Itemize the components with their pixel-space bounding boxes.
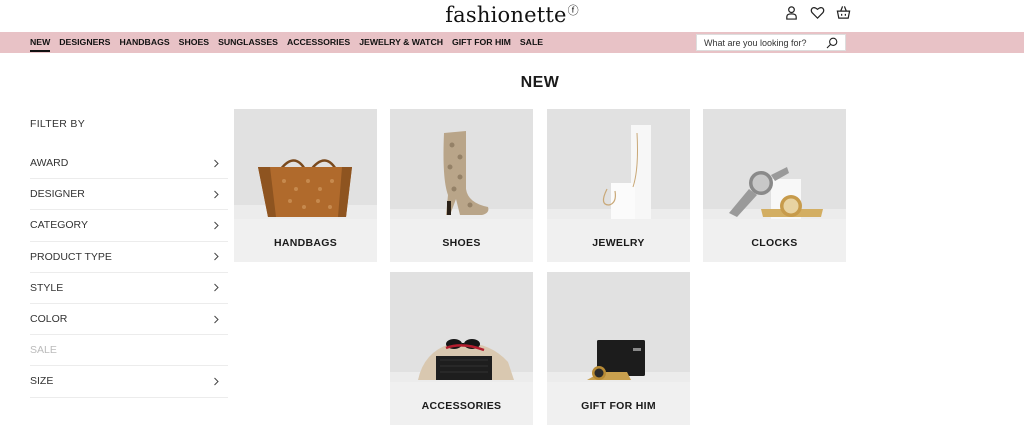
chevron-right-icon xyxy=(214,283,219,292)
search-input[interactable] xyxy=(704,37,822,48)
filter-label: DESIGNER xyxy=(30,188,85,201)
category-tile-accessories[interactable]: ACCESSORIES xyxy=(390,272,533,425)
nav-item-jewelry-watch[interactable]: JEWELRY & WATCH xyxy=(359,32,443,53)
filter-heading: FILTER BY xyxy=(30,118,86,130)
filter-list: AWARD DESIGNER CATEGORY PRODUCT TYPE STY… xyxy=(30,148,228,398)
chevron-right-icon xyxy=(214,221,219,230)
nav-item-designers[interactable]: DESIGNERS xyxy=(59,32,110,53)
nav-item-gift-for-him[interactable]: GIFT FOR HIM xyxy=(452,32,511,53)
filter-label: COLOR xyxy=(30,313,68,326)
category-tile-gift-for-him[interactable]: GIFT FOR HIM xyxy=(547,272,690,425)
wallet-watch-image xyxy=(547,340,690,382)
filter-color[interactable]: COLOR xyxy=(30,304,228,336)
filter-size[interactable]: SIZE xyxy=(30,366,228,398)
necklace-image xyxy=(547,125,690,219)
filter-award[interactable]: AWARD xyxy=(30,148,228,180)
nav-items: NEW DESIGNERS HANDBAGS SHOES SUNGLASSES … xyxy=(30,32,552,53)
page-title: NEW xyxy=(520,74,560,91)
site-logo[interactable]: fashionetteⓕ xyxy=(0,2,1024,27)
tile-label: GIFT FOR HIM xyxy=(581,400,656,412)
tile-label: HANDBAGS xyxy=(273,237,338,249)
nav-item-shoes[interactable]: SHOES xyxy=(179,32,209,53)
tile-label: SHOES xyxy=(442,237,481,249)
category-tile-clocks[interactable]: CLOCKS xyxy=(703,109,846,262)
accessories-image xyxy=(390,339,533,382)
logo-text: fashionette xyxy=(445,3,567,27)
filter-label: CATEGORY xyxy=(30,219,88,232)
heart-icon[interactable] xyxy=(808,3,826,21)
logo-mark: ⓕ xyxy=(567,4,579,17)
chevron-right-icon xyxy=(214,159,219,167)
chevron-right-icon xyxy=(214,252,219,261)
search-box xyxy=(696,34,846,51)
nav-item-new[interactable]: NEW xyxy=(30,32,51,53)
nav-item-sale[interactable]: SALE xyxy=(520,32,543,53)
filter-style[interactable]: STYLE xyxy=(30,273,228,304)
category-tile-shoes[interactable]: SHOES xyxy=(390,109,533,262)
tile-label: JEWELRY xyxy=(592,237,645,249)
category-tile-jewelry[interactable]: JEWELRY xyxy=(547,109,690,262)
header-icons xyxy=(782,3,852,21)
boot-image xyxy=(390,131,533,219)
watches-image xyxy=(703,167,846,219)
category-tile-handbags[interactable]: HANDBAGS xyxy=(234,109,377,262)
filter-product-type[interactable]: PRODUCT TYPE xyxy=(30,242,228,273)
handbag-image xyxy=(234,159,377,219)
chevron-right-icon xyxy=(214,190,219,199)
tile-label: CLOCKS xyxy=(751,237,798,249)
filter-label: SIZE xyxy=(30,375,54,388)
chevron-right-icon xyxy=(214,315,219,323)
nav-item-accessories[interactable]: ACCESSORIES xyxy=(287,32,350,53)
nav-item-sunglasses[interactable]: SUNGLASSES xyxy=(218,32,278,53)
search-icon[interactable] xyxy=(826,37,838,49)
filter-designer[interactable]: DESIGNER xyxy=(30,179,228,211)
filter-label: PRODUCT TYPE xyxy=(30,250,112,263)
user-icon[interactable] xyxy=(782,3,800,21)
filter-category[interactable]: CATEGORY xyxy=(30,210,228,242)
main-navigation: NEW DESIGNERS HANDBAGS SHOES SUNGLASSES … xyxy=(0,32,1024,53)
filter-sale: SALE xyxy=(30,335,228,367)
nav-item-handbags[interactable]: HANDBAGS xyxy=(119,32,169,53)
filter-label: AWARD xyxy=(30,157,69,170)
tile-label: ACCESSORIES xyxy=(421,400,502,412)
filter-label: STYLE xyxy=(30,281,64,294)
filter-label: SALE xyxy=(30,344,57,357)
chevron-right-icon xyxy=(214,377,219,386)
basket-icon[interactable] xyxy=(834,3,852,21)
